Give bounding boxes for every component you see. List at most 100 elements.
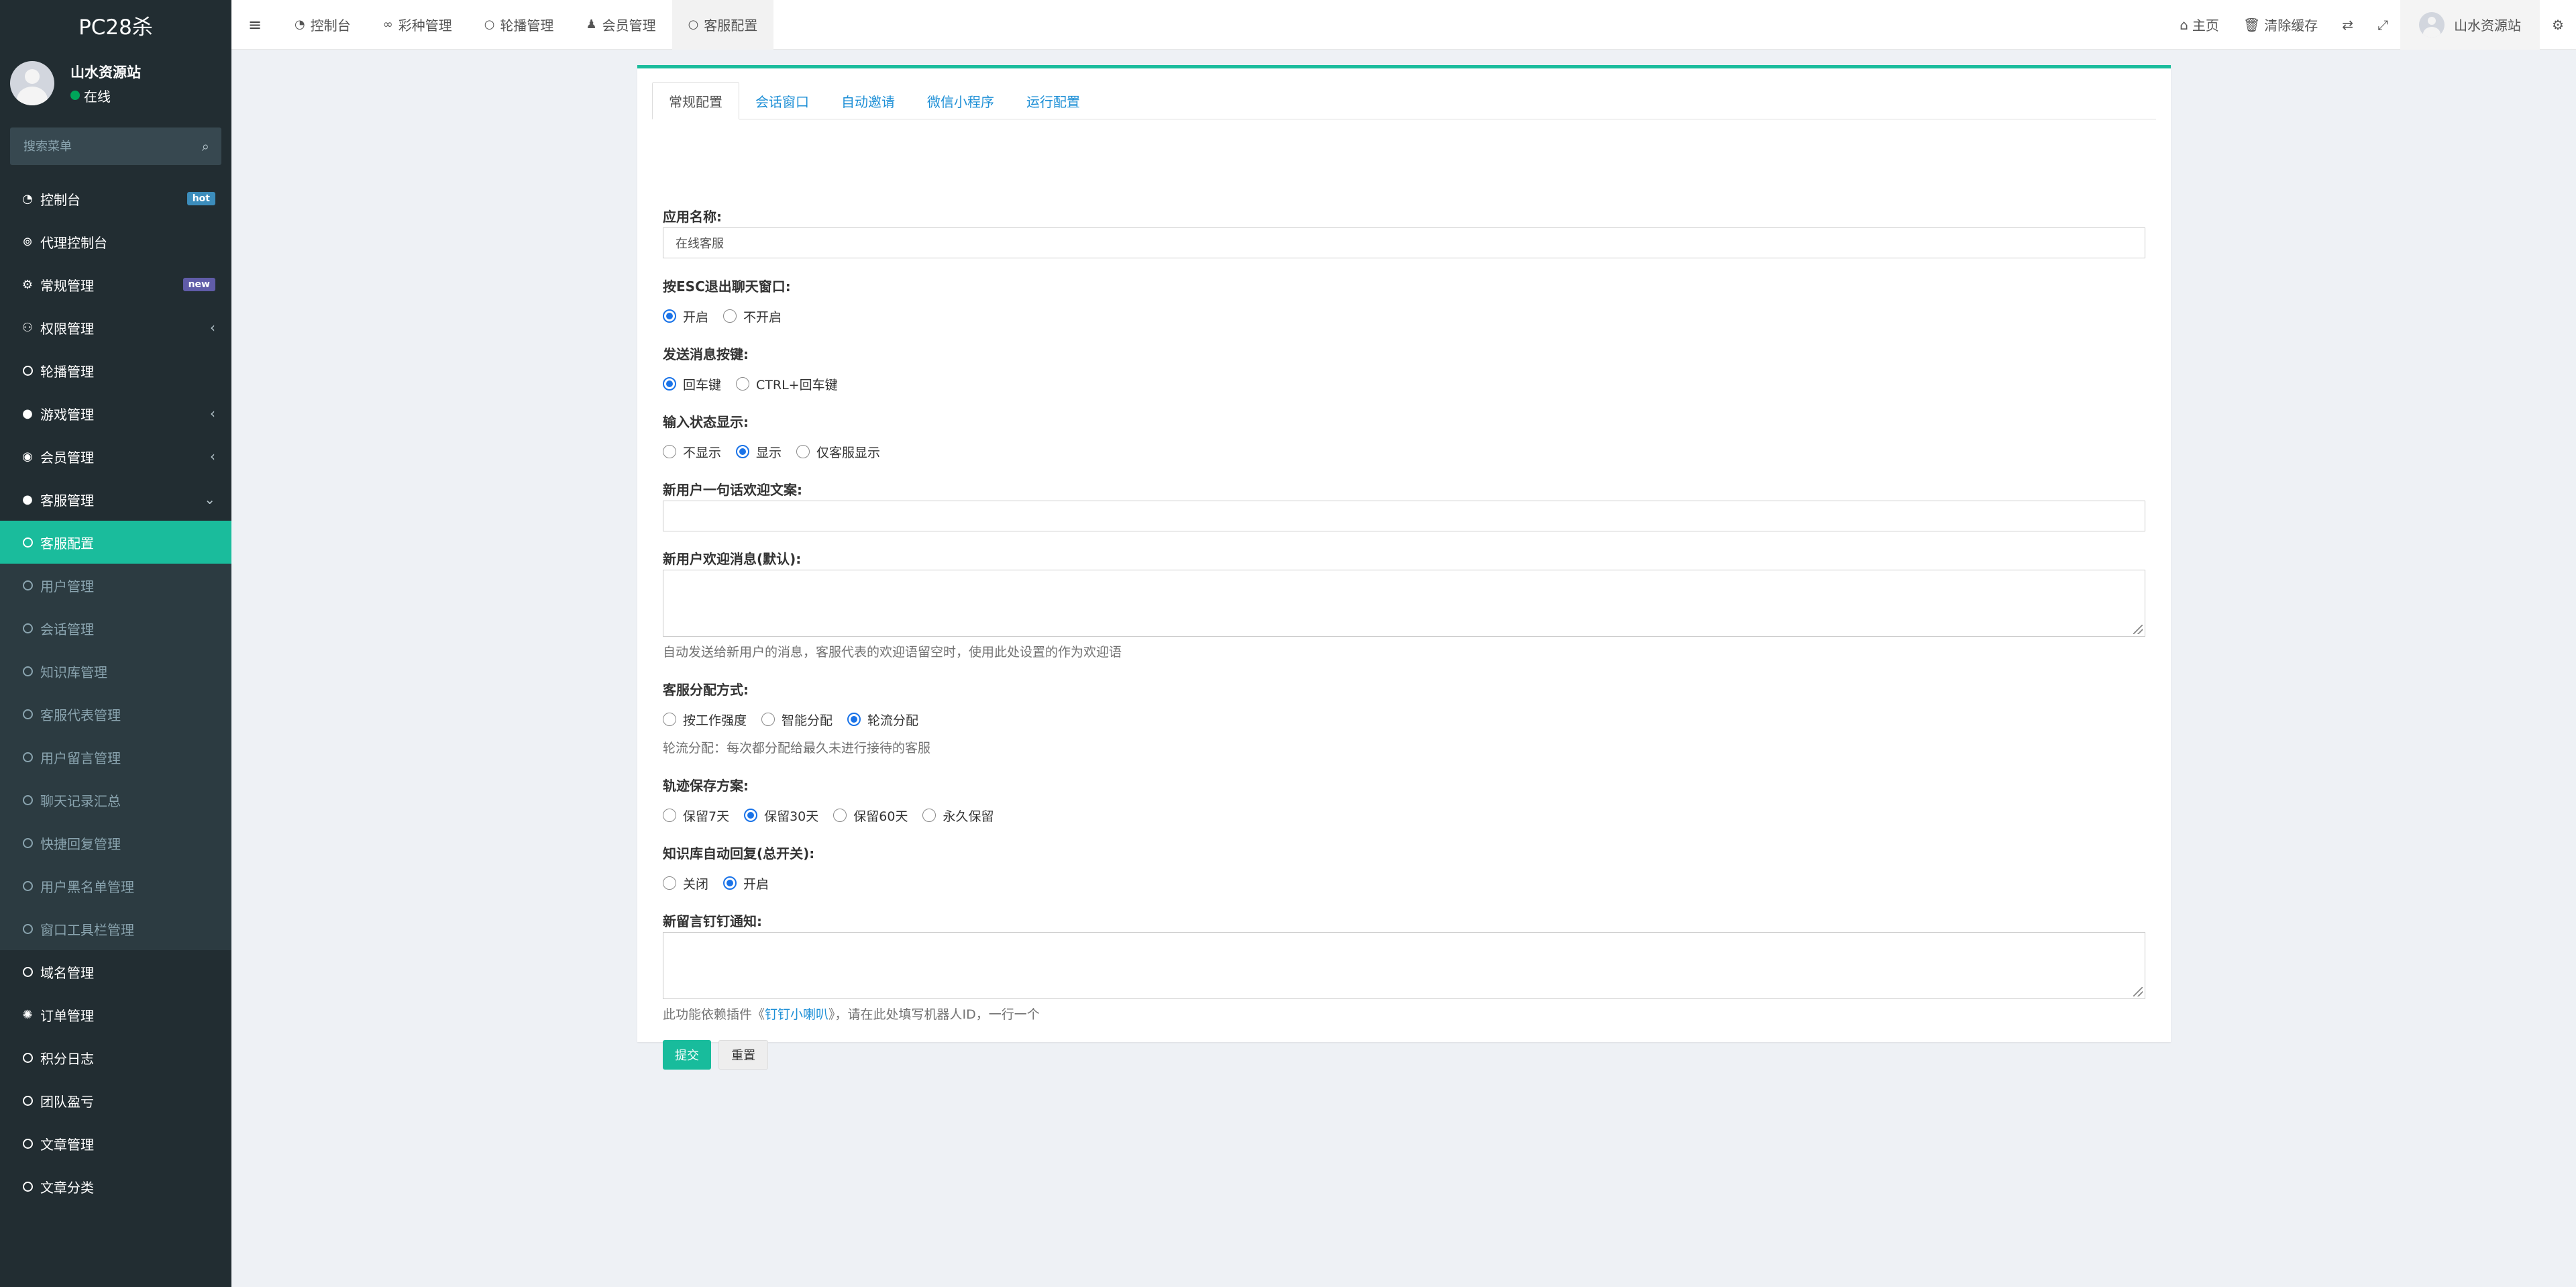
assign-option-smart[interactable]: 智能分配: [761, 711, 833, 729]
trash-icon: 🗑: [2243, 16, 2261, 33]
track-option-7d[interactable]: 保留7天: [663, 807, 729, 825]
top-tab-dashboard[interactable]: ◔ 控制台: [278, 0, 367, 50]
field-send-key: 发送消息按键: 回车键 CTRL+回车键: [663, 344, 853, 397]
welcome-one-input[interactable]: [663, 501, 2145, 531]
comment-icon: ●: [22, 492, 33, 507]
radio-circle-icon: [663, 876, 676, 890]
sidebar-item-carousel[interactable]: 轮播管理: [0, 349, 231, 392]
field-assign: 客服分配方式: 按工作强度 智能分配 轮流分配 轮流分配：每次都分配给最久未进行…: [663, 679, 933, 756]
search-icon[interactable]: ⌕: [202, 138, 209, 154]
config-panel: 常规配置 会话窗口 自动邀请 微信小程序 运行配置 应用名称: 在线客服 按ES…: [637, 65, 2171, 1070]
sidebar-item-points-log[interactable]: 积分日志: [0, 1036, 231, 1079]
top-tab-carousel[interactable]: ○ 轮播管理: [468, 0, 570, 50]
app-name-input[interactable]: 在线客服: [663, 227, 2145, 258]
kb-option-on[interactable]: 开启: [723, 874, 769, 892]
user-name: 山水资源站: [70, 64, 141, 81]
user-panel: 山水资源站 在线: [0, 50, 231, 117]
kb-option-off[interactable]: 关闭: [663, 874, 708, 892]
home-link[interactable]: ⌂ 主页: [2167, 0, 2231, 50]
circle-icon: [20, 623, 35, 633]
sidebar-item-general[interactable]: ⚙ 常规管理 new: [0, 263, 231, 306]
welcome-msg-textarea[interactable]: [663, 570, 2145, 637]
top-tab-members[interactable]: ♟ 会员管理: [570, 0, 672, 50]
new-badge: new: [182, 278, 215, 291]
sidebar-item-article-categories[interactable]: 文章分类: [0, 1165, 231, 1208]
circle-icon: [20, 923, 35, 934]
sidebar-item-games[interactable]: ● 游戏管理 ‹: [0, 392, 231, 435]
config-tabs: 常规配置 会话窗口 自动邀请 微信小程序 运行配置: [652, 82, 2156, 119]
sidebar-item-orders[interactable]: ✺ 订单管理: [0, 993, 231, 1036]
track-option-30d[interactable]: 保留30天: [744, 807, 818, 825]
typing-option-hide[interactable]: 不显示: [663, 443, 721, 461]
circle-icon: [20, 537, 35, 548]
language-icon[interactable]: ⇄: [2330, 0, 2365, 50]
tab-runtime-config[interactable]: 运行配置: [1010, 82, 1096, 119]
esc-label: 按ESC退出聊天窗口:: [663, 278, 791, 295]
brand-logo[interactable]: PC28杀: [0, 0, 231, 50]
circle-icon: [20, 1095, 35, 1106]
send-key-label: 发送消息按键:: [663, 346, 749, 362]
radio-circle-icon: [663, 377, 676, 391]
radio-circle-icon: [663, 713, 676, 726]
radio-circle-icon: [736, 377, 750, 391]
dingtalk-plugin-link[interactable]: 钉钉小喇叭: [765, 1007, 828, 1022]
hamburger-menu-icon[interactable]: ≡: [231, 15, 278, 34]
clear-cache-button[interactable]: 🗑 清除缓存: [2231, 0, 2330, 50]
welcome-msg-label: 新用户欢迎消息(默认):: [663, 551, 802, 567]
esc-option-off[interactable]: 不开启: [723, 307, 782, 325]
sidebar-item-agent-dashboard[interactable]: ⊚ 代理控制台: [0, 220, 231, 263]
sidebar-item-team-pnl[interactable]: 团队盈亏: [0, 1079, 231, 1122]
circle-icon: [20, 1181, 35, 1192]
sidebar-subitem-blacklist[interactable]: 用户黑名单管理: [0, 864, 231, 907]
sidebar-subitem-cs-config[interactable]: 客服配置: [0, 521, 231, 564]
tab-general-config[interactable]: 常规配置: [652, 82, 739, 119]
sidebar-item-members[interactable]: ◉ 会员管理 ‹: [0, 435, 231, 478]
assign-option-workload[interactable]: 按工作强度: [663, 711, 747, 729]
menu-search-input[interactable]: [22, 138, 183, 154]
track-option-60d[interactable]: 保留60天: [833, 807, 908, 825]
sidebar-item-articles[interactable]: 文章管理: [0, 1122, 231, 1165]
sidebar-item-dashboard[interactable]: ◔ 控制台 hot: [0, 177, 231, 220]
sidebar-subitem-sessions[interactable]: 会话管理: [0, 607, 231, 650]
typing-option-agent-only[interactable]: 仅客服显示: [796, 443, 880, 461]
chevron-left-icon: ‹: [210, 448, 215, 464]
sidebar-item-customer-service[interactable]: ● 客服管理 ⌄: [0, 478, 231, 521]
radio-circle-icon: [736, 445, 750, 458]
circle-icon: [20, 580, 35, 590]
app-name-label: 应用名称:: [663, 209, 722, 225]
send-key-option-ctrl-enter[interactable]: CTRL+回车键: [736, 375, 838, 393]
track-option-forever[interactable]: 永久保留: [922, 807, 994, 825]
user-menu[interactable]: 山水资源站: [2400, 0, 2540, 50]
sidebar-submenu-customer-service: 客服配置 用户管理 会话管理 知识库管理 客服代表管理 用户留言管理 聊天记录汇…: [0, 521, 231, 950]
avatar: [10, 61, 54, 105]
sidebar-subitem-toolbar[interactable]: 窗口工具栏管理: [0, 907, 231, 950]
field-kb: 知识库自动回复(总开关): 关闭 开启: [663, 843, 814, 896]
gamepad-icon: ∞: [382, 17, 393, 32]
submit-button[interactable]: 提交: [663, 1040, 711, 1070]
esc-option-on[interactable]: 开启: [663, 307, 708, 325]
tab-chat-window[interactable]: 会话窗口: [739, 82, 825, 119]
reset-button[interactable]: 重置: [718, 1040, 769, 1070]
sidebar-subitem-knowledge-base[interactable]: 知识库管理: [0, 650, 231, 692]
tab-wechat-miniprogram[interactable]: 微信小程序: [911, 82, 1010, 119]
tab-auto-invite[interactable]: 自动邀请: [825, 82, 911, 119]
top-tab-lottery[interactable]: ∞ 彩种管理: [367, 0, 468, 50]
group-icon: ⚇: [21, 320, 34, 335]
sidebar-subitem-cs-reps[interactable]: 客服代表管理: [0, 692, 231, 735]
chevron-left-icon: ‹: [210, 405, 215, 421]
fullscreen-icon[interactable]: ⤢: [2365, 0, 2400, 50]
radio-circle-icon: [723, 309, 737, 323]
top-tab-cs-config[interactable]: ○ 客服配置: [672, 0, 774, 50]
sidebar-subitem-users[interactable]: 用户管理: [0, 564, 231, 607]
sidebar-item-permissions[interactable]: ⚇ 权限管理 ‹: [0, 306, 231, 349]
settings-gear-icon[interactable]: ⚙: [2540, 0, 2576, 50]
sidebar-item-domains[interactable]: 域名管理: [0, 950, 231, 993]
assign-option-round-robin[interactable]: 轮流分配: [847, 711, 918, 729]
sidebar-subitem-messages[interactable]: 用户留言管理: [0, 735, 231, 778]
send-key-option-enter[interactable]: 回车键: [663, 375, 721, 393]
sidebar-subitem-quick-replies[interactable]: 快捷回复管理: [0, 821, 231, 864]
dingtalk-textarea[interactable]: [663, 932, 2145, 999]
typing-option-show[interactable]: 显示: [736, 443, 782, 461]
dashboard-icon: ◔: [22, 191, 33, 206]
sidebar-subitem-chat-logs[interactable]: 聊天记录汇总: [0, 778, 231, 821]
